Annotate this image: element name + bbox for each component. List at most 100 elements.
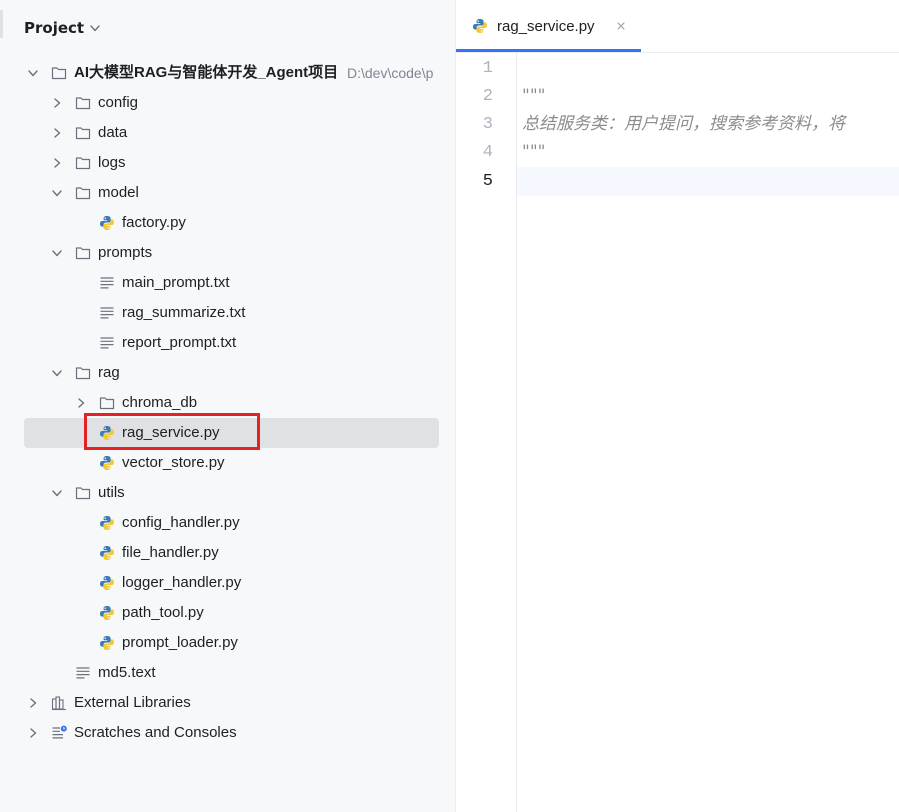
project-panel-header[interactable]: Project xyxy=(24,16,101,40)
python-file-icon xyxy=(99,575,115,591)
library-icon xyxy=(51,695,67,711)
tree-item-chroma-db[interactable]: chroma_db xyxy=(0,388,455,418)
tree-item-md5-text[interactable]: md5.text xyxy=(0,658,455,688)
folder-icon xyxy=(75,485,91,501)
text-file-icon xyxy=(99,305,115,321)
tree-item-prompt-loader-py[interactable]: prompt_loader.py xyxy=(0,628,455,658)
python-file-icon xyxy=(99,455,115,471)
tree-item-label: config_handler.py xyxy=(122,514,240,531)
tree-item-scratches-consoles[interactable]: Scratches and Consoles xyxy=(0,718,455,748)
text-file-icon xyxy=(99,335,115,351)
folder-icon xyxy=(75,95,91,111)
tree-item-config-handler-py[interactable]: config_handler.py xyxy=(0,508,455,538)
tree-item-label: file_handler.py xyxy=(122,544,219,561)
tree-item-label: External Libraries xyxy=(74,694,191,711)
code-line: """ xyxy=(522,142,546,162)
tree-item-logger-handler-py[interactable]: logger_handler.py xyxy=(0,568,455,598)
tree-item-file-handler-py[interactable]: file_handler.py xyxy=(0,538,455,568)
line-number: 1 xyxy=(482,59,493,78)
tree-item-label: rag_summarize.txt xyxy=(122,304,246,321)
tree-item-model[interactable]: model xyxy=(0,178,455,208)
tree-item-label: rag_service.py xyxy=(122,424,220,441)
tree-item-label: prompt_loader.py xyxy=(122,634,238,651)
folder-icon xyxy=(99,395,115,411)
tree-item-root[interactable]: AI大模型RAG与智能体开发_Agent项目 D:\dev\code\p xyxy=(0,58,455,88)
folder-icon xyxy=(75,245,91,261)
project-tree: AI大模型RAG与智能体开发_Agent项目 D:\dev\code\p con… xyxy=(0,58,455,748)
tree-item-config[interactable]: config xyxy=(0,88,455,118)
tree-item-label: chroma_db xyxy=(122,394,198,411)
chevron-right-icon[interactable] xyxy=(27,727,39,739)
tree-item-path-tool-py[interactable]: path_tool.py xyxy=(0,598,455,628)
tree-item-label: prompts xyxy=(98,244,153,261)
chevron-right-icon[interactable] xyxy=(27,697,39,709)
folder-icon xyxy=(75,125,91,141)
chevron-down-icon[interactable] xyxy=(51,367,63,379)
tree-item-vector-store-py[interactable]: vector_store.py xyxy=(0,448,455,478)
line-number-gutter: 1 2 3 4 5 xyxy=(456,53,517,812)
tree-item-label: logger_handler.py xyxy=(122,574,242,591)
panel-title: Project xyxy=(24,19,85,37)
code-line: """ xyxy=(522,86,546,106)
editor-tab-bar: rag_service.py xyxy=(456,0,899,53)
tree-item-label: logs xyxy=(98,154,126,171)
tree-item-data[interactable]: data xyxy=(0,118,455,148)
tree-item-utils[interactable]: utils xyxy=(0,478,455,508)
tree-item-label: factory.py xyxy=(122,214,186,231)
close-icon[interactable] xyxy=(615,20,627,32)
tab-rag-service-py[interactable]: rag_service.py xyxy=(456,0,641,52)
tree-item-report-prompt-txt[interactable]: report_prompt.txt xyxy=(0,328,455,358)
tree-item-label: model xyxy=(98,184,139,201)
chevron-right-icon[interactable] xyxy=(51,157,63,169)
chevron-down-icon[interactable] xyxy=(27,67,39,79)
tree-item-label: vector_store.py xyxy=(122,454,225,471)
project-path: D:\dev\code\p xyxy=(347,65,434,81)
folder-icon xyxy=(75,155,91,171)
tab-label: rag_service.py xyxy=(497,18,595,35)
tree-item-label: path_tool.py xyxy=(122,604,204,621)
chevron-down-icon[interactable] xyxy=(51,187,63,199)
tree-item-rag-service-py[interactable]: rag_service.py xyxy=(0,418,455,448)
text-file-icon xyxy=(99,275,115,291)
line-number: 4 xyxy=(482,143,493,162)
tree-item-label: utils xyxy=(98,484,125,501)
tree-item-prompts[interactable]: prompts xyxy=(0,238,455,268)
tree-item-label: report_prompt.txt xyxy=(122,334,237,351)
tree-item-external-libraries[interactable]: External Libraries xyxy=(0,688,455,718)
tree-item-label: config xyxy=(98,94,139,111)
tree-item-rag-summarize-txt[interactable]: rag_summarize.txt xyxy=(0,298,455,328)
tree-item-factory-py[interactable]: factory.py xyxy=(0,208,455,238)
chevron-right-icon[interactable] xyxy=(75,397,87,409)
chevron-down-icon[interactable] xyxy=(51,247,63,259)
line-number: 2 xyxy=(482,87,493,106)
tree-item-rag[interactable]: rag xyxy=(0,358,455,388)
python-file-icon xyxy=(99,635,115,651)
python-file-icon xyxy=(99,605,115,621)
tool-window-edge xyxy=(0,10,3,38)
code-line: 总结服务类：用户提问，搜索参考资料，将 xyxy=(522,114,845,134)
tree-item-main-prompt-txt[interactable]: main_prompt.txt xyxy=(0,268,455,298)
line-number-current: 5 xyxy=(482,172,493,191)
scratches-icon xyxy=(51,725,67,741)
tree-item-label: rag xyxy=(98,364,120,381)
chevron-down-icon[interactable] xyxy=(51,487,63,499)
folder-icon xyxy=(75,185,91,201)
tree-item-label: data xyxy=(98,124,128,141)
tree-item-label: Scratches and Consoles xyxy=(74,724,237,741)
python-file-icon xyxy=(99,425,115,441)
chevron-right-icon[interactable] xyxy=(51,127,63,139)
tree-item-label: AI大模型RAG与智能体开发_Agent项目 xyxy=(74,64,339,81)
line-number: 3 xyxy=(482,115,493,134)
chevron-down-icon[interactable] xyxy=(89,22,101,34)
tree-item-logs[interactable]: logs xyxy=(0,148,455,178)
folder-icon xyxy=(51,65,67,81)
project-panel: Project AI大模型RAG与智能体开发_Agent项目 D:\dev\co… xyxy=(0,0,456,812)
python-file-icon xyxy=(99,215,115,231)
tree-item-label: main_prompt.txt xyxy=(122,274,230,291)
text-file-icon xyxy=(75,665,91,681)
tree-item-label: md5.text xyxy=(98,664,156,681)
chevron-right-icon[interactable] xyxy=(51,97,63,109)
folder-icon xyxy=(75,365,91,381)
editor: rag_service.py 1 2 3 4 5 """ 总结服务类：用户提问，… xyxy=(456,0,899,812)
python-file-icon xyxy=(472,18,488,34)
